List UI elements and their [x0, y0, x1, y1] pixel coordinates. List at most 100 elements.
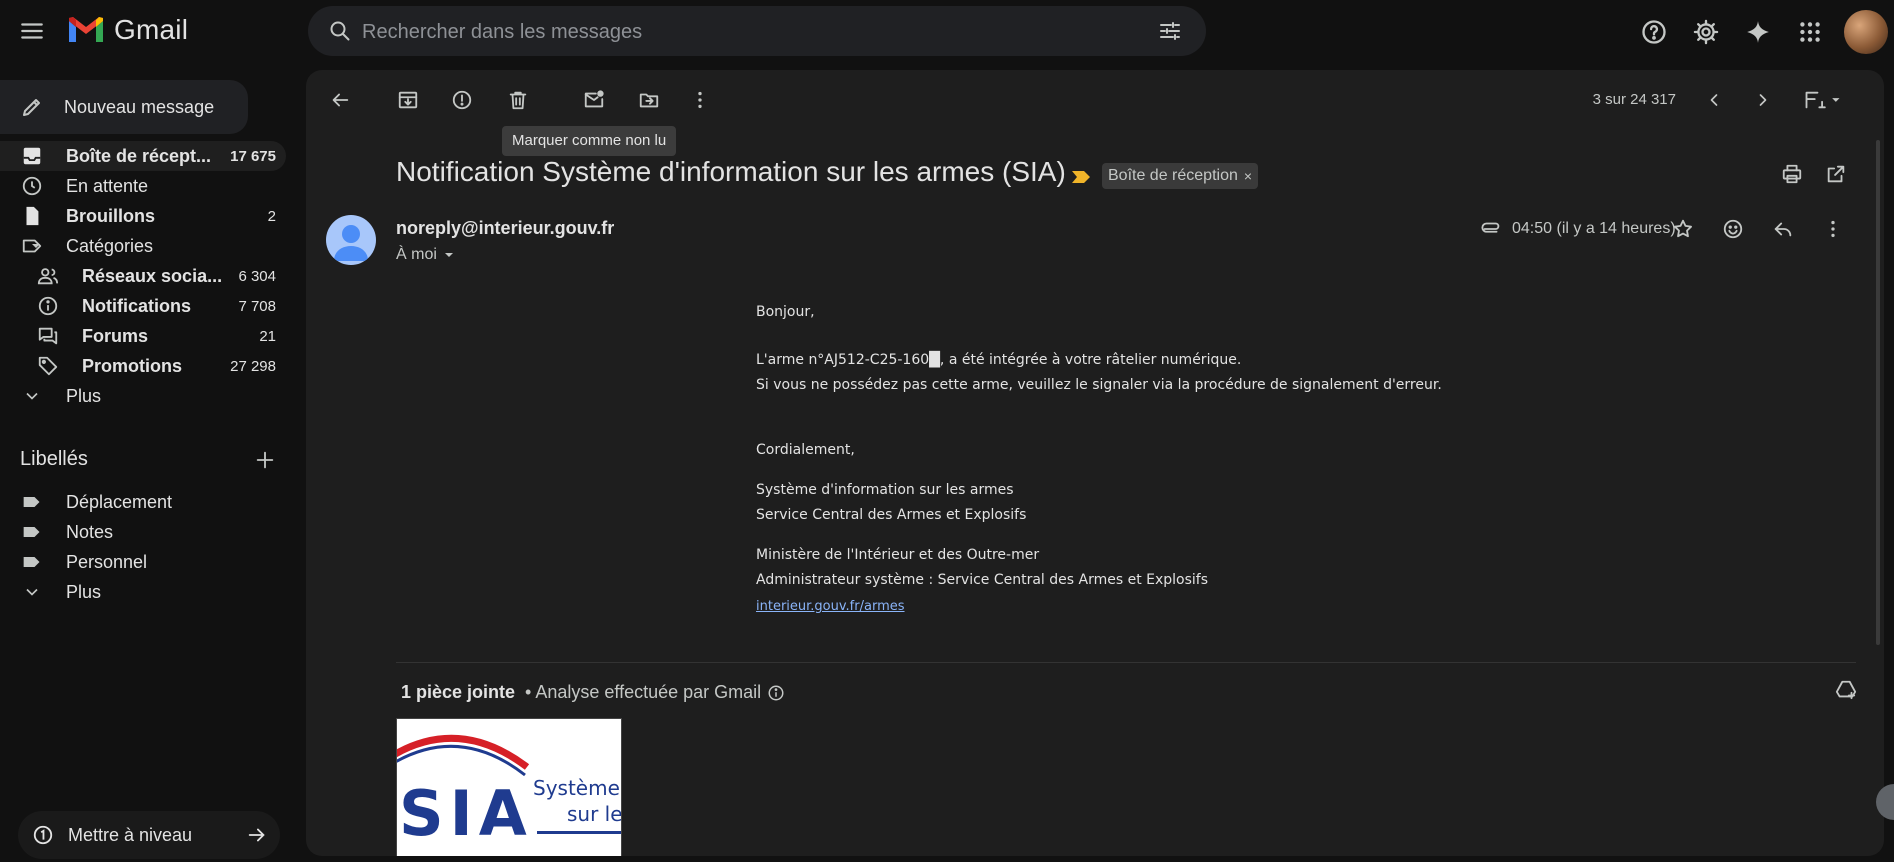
upgrade-one-icon: [32, 824, 54, 846]
input-tools-button[interactable]: [1794, 80, 1852, 120]
pencil-icon: [20, 95, 44, 119]
sidebar-item-forums[interactable]: Forums 21: [0, 321, 286, 351]
sidebar-item-label: Notifications: [82, 295, 192, 316]
top-right-actions: [1622, 10, 1894, 54]
older-button[interactable]: [1743, 80, 1783, 120]
gmail-logo[interactable]: Gmail: [66, 14, 188, 46]
archive-icon: [398, 91, 418, 109]
sidebar-item-more[interactable]: Plus: [0, 381, 286, 411]
sidebar-item-updates[interactable]: Notifications 7 708: [0, 291, 286, 321]
tooltip: Marquer comme non lu: [502, 126, 677, 156]
reply-icon: [1774, 222, 1792, 237]
print-icon: [1782, 164, 1802, 184]
attachments-title: 1 pièce jointe: [401, 682, 516, 702]
sidebar-item-count: 7 708: [238, 297, 276, 315]
body-closing: Cordialement,: [756, 442, 855, 458]
label-item-text: Plus: [66, 581, 102, 602]
plus-icon: [256, 451, 274, 469]
search-input[interactable]: [360, 6, 1124, 58]
search-button[interactable]: [320, 11, 360, 51]
trash-icon: [509, 91, 527, 110]
scrollbar[interactable]: [1876, 140, 1880, 645]
recipient-text: À moi: [396, 246, 437, 263]
remove-label-button[interactable]: ×: [1244, 168, 1252, 184]
message-toolbar: 3 sur 24 317: [306, 70, 1884, 130]
gmail-m-icon: [69, 17, 103, 42]
clock-icon: [20, 174, 44, 198]
move-to-button[interactable]: [629, 80, 669, 120]
tag-icon: [36, 354, 60, 378]
thumb-text: sur les: [567, 802, 621, 826]
sidebar-item-promotions[interactable]: Promotions 27 298: [0, 351, 286, 381]
apps-button[interactable]: [1790, 12, 1830, 52]
info-icon[interactable]: [767, 684, 785, 702]
importance-marker-icon[interactable]: [1071, 170, 1091, 184]
mark-unread-button[interactable]: [574, 80, 614, 120]
label-filled-icon: [20, 490, 44, 514]
message-view: 3 sur 24 317 Marquer comme non lu Notifi…: [306, 70, 1884, 856]
back-button[interactable]: [320, 80, 360, 120]
tune-icon: [1160, 22, 1180, 40]
sender-avatar[interactable]: [326, 215, 376, 265]
upgrade-button[interactable]: Mettre à niveau: [18, 811, 280, 859]
sidebar-item-label: Plus: [66, 385, 102, 406]
archive-button[interactable]: [388, 80, 428, 120]
sidebar: Nouveau message Boîte de récept... 17 67…: [0, 62, 300, 862]
open-new-window-button[interactable]: [1816, 154, 1856, 194]
label-item-deplacement[interactable]: Déplacement: [0, 487, 286, 517]
attachment-thumbnail[interactable]: SIA Système d' sur les: [396, 718, 622, 856]
sia-logo-image: SIA Système d' sur les: [397, 719, 621, 856]
signature-line: Système d'information sur les armes: [756, 482, 1014, 498]
sidebar-item-categories[interactable]: Catégories: [0, 231, 286, 261]
thumb-logo-text: SIA: [399, 777, 533, 850]
report-icon: [452, 90, 472, 110]
open-in-new-icon: [1827, 165, 1845, 183]
search-options-button[interactable]: [1150, 11, 1190, 51]
report-spam-button[interactable]: [442, 80, 482, 120]
label-item-notes[interactable]: Notes: [0, 517, 286, 547]
input-tools-icon: [1805, 91, 1840, 109]
chevron-left-icon: [1710, 94, 1718, 106]
labels-heading: Libellés: [20, 448, 88, 470]
sidebar-item-drafts[interactable]: Brouillons 2: [0, 201, 286, 231]
app-name: Gmail: [114, 14, 189, 45]
search-bar[interactable]: [308, 6, 1206, 58]
account-avatar[interactable]: [1844, 10, 1888, 54]
signature-line: Ministère de l'Intérieur et des Outre-me…: [756, 547, 1040, 563]
print-button[interactable]: [1772, 154, 1812, 194]
add-to-drive-button[interactable]: [1826, 670, 1866, 710]
upgrade-label: Mettre à niveau: [68, 824, 193, 845]
sidebar-item-inbox[interactable]: Boîte de récept... 17 675: [0, 141, 286, 171]
attachments-scan-text: • Analyse effectuée par Gmail: [525, 682, 762, 702]
message-time: 04:50 (il y a 14 heures): [1512, 220, 1676, 237]
recipient-details[interactable]: À moi: [396, 246, 455, 264]
more-actions-button[interactable]: [680, 80, 720, 120]
caret-down-icon[interactable]: [24, 234, 48, 258]
main-menu-button[interactable]: [12, 11, 52, 51]
sidebar-item-count: 21: [259, 327, 276, 345]
message-more-button[interactable]: [1813, 209, 1853, 249]
newer-button[interactable]: [1694, 80, 1734, 120]
attachments-header: 1 pièce jointe • Analyse effectuée par G…: [401, 682, 785, 703]
sidebar-item-social[interactable]: Réseaux socia... 6 304: [0, 261, 286, 291]
sidebar-item-count: 27 298: [230, 357, 276, 375]
delete-button[interactable]: [498, 80, 538, 120]
label-item-more[interactable]: Plus: [0, 577, 286, 607]
compose-button[interactable]: Nouveau message: [0, 80, 248, 134]
body-link[interactable]: interieur.gouv.fr/armes: [756, 599, 905, 614]
search-icon: [330, 21, 350, 41]
add-reaction-button[interactable]: [1713, 209, 1753, 249]
support-button[interactable]: [1634, 12, 1674, 52]
label-item-personnel[interactable]: Personnel: [0, 547, 286, 577]
reply-button[interactable]: [1763, 209, 1803, 249]
label-item-text: Déplacement: [66, 491, 173, 512]
signature-line: Service Central des Armes et Explosifs: [756, 507, 1027, 523]
create-label-button[interactable]: [245, 440, 285, 480]
star-button[interactable]: [1663, 209, 1703, 249]
settings-button[interactable]: [1686, 12, 1726, 52]
gemini-button[interactable]: [1738, 12, 1778, 52]
sender-email[interactable]: noreply@interieur.gouv.fr: [396, 218, 614, 239]
help-icon: [1642, 20, 1666, 44]
sidebar-item-snoozed[interactable]: En attente: [0, 171, 286, 201]
paperclip-icon: [1481, 218, 1503, 240]
